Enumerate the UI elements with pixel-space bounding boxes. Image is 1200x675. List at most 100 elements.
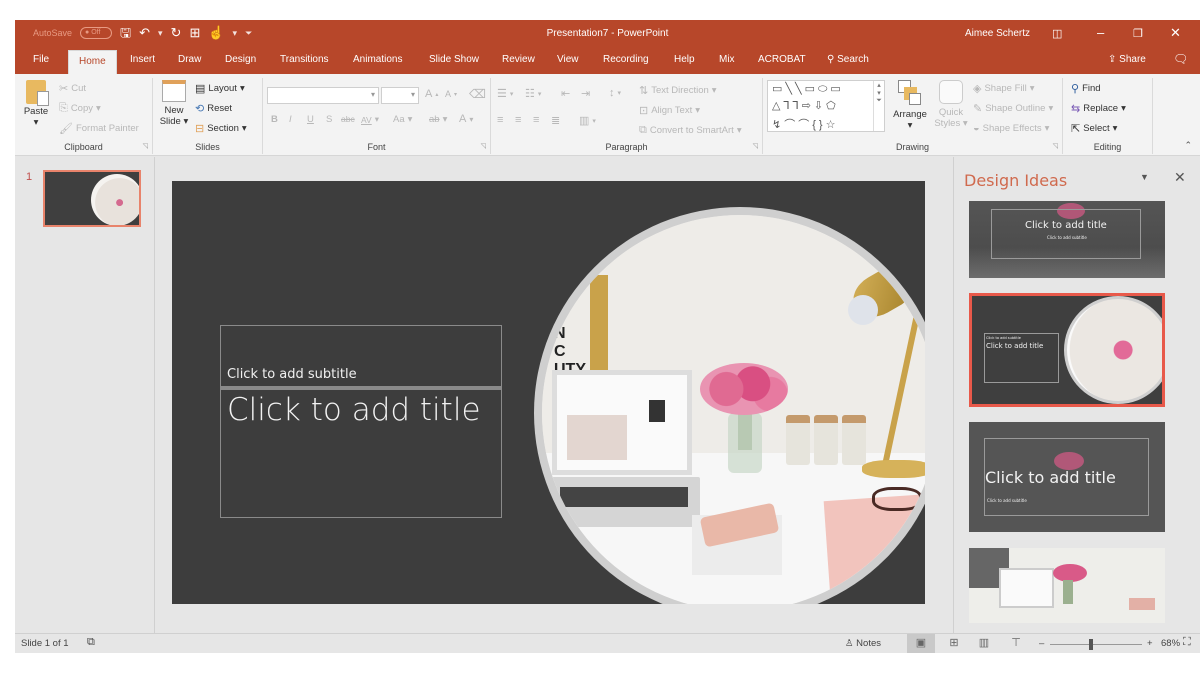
restore-icon[interactable]: ❐	[1133, 27, 1143, 40]
slide-sorter-button[interactable]: ⊞	[940, 634, 968, 653]
shapes-row-3[interactable]: ↯⌒⌒{}☆	[772, 116, 838, 132]
tab-draw[interactable]: Draw	[178, 54, 201, 65]
paragraph-launcher-icon[interactable]: ◹	[753, 142, 758, 150]
shapes-gallery-scroll[interactable]: ▴ ▾ ⏷	[873, 81, 884, 131]
slide[interactable]: Click to add subtitle Click to add title…	[172, 181, 925, 604]
font-launcher-icon[interactable]: ◹	[481, 142, 486, 150]
tab-slide-show[interactable]: Slide Show	[429, 54, 479, 65]
shadow-button[interactable]: S	[326, 114, 332, 125]
cut-button[interactable]: ✂ Cut	[59, 82, 86, 95]
text-direction-button[interactable]: ⇅ Text Direction ▾	[639, 84, 717, 97]
tab-acrobat[interactable]: ACROBAT	[758, 54, 806, 65]
drawing-launcher-icon[interactable]: ◹	[1053, 142, 1058, 150]
tab-design[interactable]: Design	[225, 54, 256, 65]
slide-thumbnail[interactable]	[43, 170, 141, 227]
underline-button[interactable]: U	[307, 114, 314, 125]
shapes-gallery[interactable]: ▭╲╲▭⬭▭ △⅂⅂⇨⇩⬠ ↯⌒⌒{}☆ ▴ ▾ ⏷	[767, 80, 885, 132]
align-right-button[interactable]: ≡	[533, 114, 539, 126]
tab-transitions[interactable]: Transitions	[280, 54, 329, 65]
reset-button[interactable]: ⟲ Reset	[195, 102, 232, 115]
zoom-in-button[interactable]: +	[1147, 638, 1153, 649]
font-name-select[interactable]: ▾	[267, 87, 379, 104]
tab-mix[interactable]: Mix	[719, 54, 735, 65]
align-left-button[interactable]: ≡	[497, 114, 503, 126]
notes-button[interactable]: ♙ Notes	[845, 638, 881, 649]
columns-button[interactable]: ▥ ▾	[579, 114, 596, 127]
share-button[interactable]: ⇪ Share	[1108, 54, 1146, 65]
decrease-indent-button[interactable]: ⇤	[561, 87, 570, 100]
paste-button[interactable]: Paste ▾	[21, 80, 51, 128]
normal-view-button[interactable]: ▣	[907, 634, 935, 653]
find-button[interactable]: ⚲ Find	[1071, 82, 1101, 95]
italic-button[interactable]: I	[289, 114, 292, 125]
convert-smartart-button[interactable]: ⧉ Convert to SmartArt ▾	[639, 124, 742, 137]
subtitle-placeholder[interactable]: Click to add subtitle	[220, 325, 502, 387]
zoom-level[interactable]: 68%	[1161, 638, 1180, 649]
quick-styles-button[interactable]: Quick Styles ▾	[933, 80, 969, 129]
tab-view[interactable]: View	[557, 54, 579, 65]
circular-photo[interactable]: NCUTY	[534, 207, 925, 604]
justify-button[interactable]: ≣	[551, 114, 560, 127]
shapes-row-1[interactable]: ▭╲╲▭⬭▭	[772, 82, 844, 96]
font-size-select[interactable]: ▾	[381, 87, 419, 104]
close-icon[interactable]: ✕	[1170, 25, 1181, 41]
comments-icon[interactable]: 🗨	[1173, 52, 1188, 66]
font-color-button[interactable]: A ▾	[459, 113, 473, 125]
pane-close-icon[interactable]: ✕	[1174, 169, 1186, 186]
design-idea-2[interactable]: Click to add subtitle Click to add title	[969, 293, 1165, 407]
change-case-button[interactable]: Aa ▾	[393, 114, 412, 125]
slideshow-button[interactable]: ⊤	[1002, 634, 1030, 653]
user-name[interactable]: Aimee Schertz	[965, 28, 1030, 39]
tab-home[interactable]: Home	[68, 50, 117, 74]
shape-fill-button[interactable]: ◈ Shape Fill ▾	[973, 82, 1035, 95]
align-center-button[interactable]: ≡	[515, 114, 521, 126]
character-spacing-button[interactable]: AV ▾	[361, 114, 379, 125]
clipboard-launcher-icon[interactable]: ◹	[143, 142, 148, 150]
title-placeholder-text[interactable]: Click to add title	[227, 392, 481, 428]
strikethrough-button[interactable]: abc	[341, 114, 355, 124]
shapes-row-2[interactable]: △⅂⅂⇨⇩⬠	[772, 99, 839, 112]
tab-recording[interactable]: Recording	[603, 54, 649, 65]
grow-font-button[interactable]: A ▴	[425, 88, 438, 100]
clear-formatting-button[interactable]: ⌫	[469, 87, 486, 101]
fit-to-window-icon[interactable]: ⛶	[1183, 636, 1191, 649]
ribbon-display-options-icon[interactable]: ◫	[1052, 27, 1062, 40]
copy-button[interactable]: ⎘ Copy ▾	[59, 102, 101, 115]
layout-button[interactable]: ▤ Layout ▾	[195, 82, 245, 95]
select-button[interactable]: ⇱ Select ▾	[1071, 122, 1117, 135]
tab-help[interactable]: Help	[674, 54, 695, 65]
shrink-font-button[interactable]: A ▾	[445, 89, 457, 99]
zoom-slider[interactable]	[1050, 639, 1142, 650]
search-box[interactable]: ⚲ Search	[827, 54, 869, 65]
subtitle-placeholder-text[interactable]: Click to add subtitle	[227, 367, 357, 382]
design-idea-4[interactable]	[969, 548, 1165, 623]
line-spacing-button[interactable]: ↕ ▾	[609, 87, 621, 99]
pane-options-icon[interactable]: ▼	[1140, 172, 1149, 182]
highlight-button[interactable]: ab ▾	[429, 114, 447, 125]
numbering-button[interactable]: ☷ ▾	[525, 87, 541, 100]
shape-outline-button[interactable]: ✎ Shape Outline ▾	[973, 102, 1053, 115]
design-idea-1[interactable]: Click to add title Click to add subtitle	[969, 201, 1165, 278]
bold-button[interactable]: B	[271, 114, 278, 125]
reading-view-button[interactable]: ▥	[970, 634, 998, 653]
tab-insert[interactable]: Insert	[130, 54, 155, 65]
minimize-icon[interactable]: –	[1097, 25, 1104, 40]
zoom-slider-thumb[interactable]	[1089, 639, 1094, 650]
bullets-button[interactable]: ☰ ▾	[497, 87, 513, 100]
format-painter-button[interactable]: 🖌 Format Painter	[59, 122, 139, 135]
zoom-out-button[interactable]: –	[1039, 638, 1044, 649]
increase-indent-button[interactable]: ⇥	[581, 87, 590, 100]
spellcheck-icon[interactable]: ⧉	[87, 636, 95, 649]
tab-animations[interactable]: Animations	[353, 54, 402, 65]
shape-effects-button[interactable]: ◒ Shape Effects ▾	[973, 122, 1049, 134]
new-slide-button[interactable]: New Slide ▾	[157, 80, 191, 127]
design-idea-3[interactable]: Click to add title Click to add subtitle	[969, 422, 1165, 532]
arrange-button[interactable]: Arrange ▾	[891, 80, 929, 131]
tab-review[interactable]: Review	[502, 54, 535, 65]
align-text-button[interactable]: ⊡ Align Text ▾	[639, 104, 700, 117]
replace-button[interactable]: ⇆ Replace ▾	[1071, 102, 1126, 115]
section-button[interactable]: ⊟ Section ▾	[195, 122, 247, 135]
collapse-ribbon-icon[interactable]: ⌃	[1184, 140, 1192, 151]
title-placeholder[interactable]: Click to add title	[220, 387, 502, 518]
tab-file[interactable]: File	[33, 54, 49, 65]
